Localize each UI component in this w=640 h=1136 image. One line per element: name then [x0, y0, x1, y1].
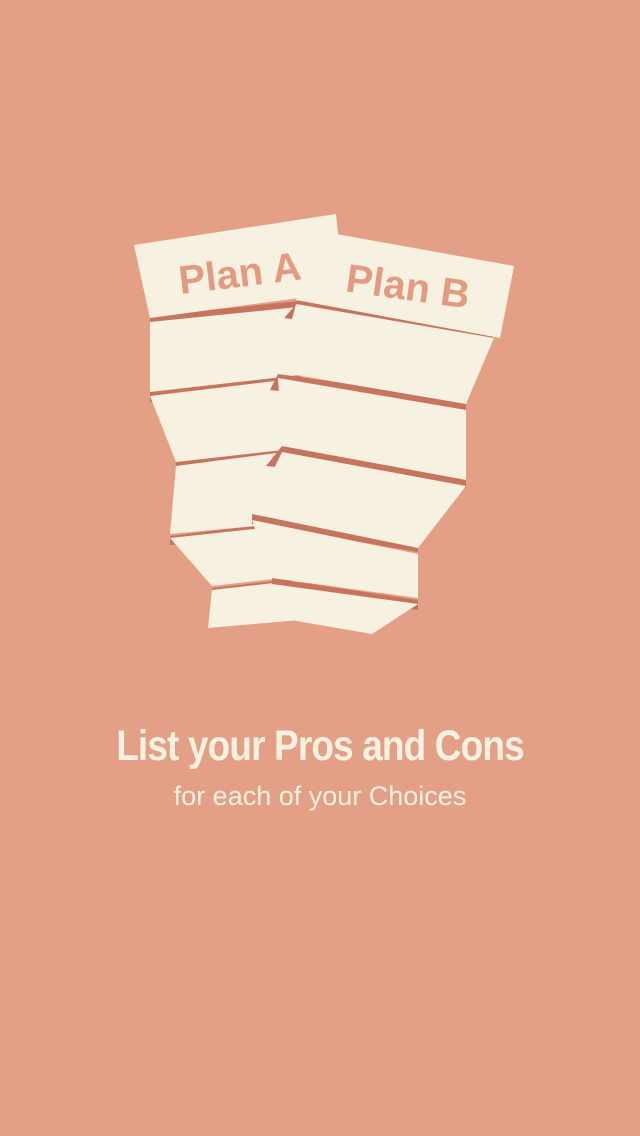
- onboarding-screen: Plan A Plan B List your Pros and Cons fo…: [0, 0, 640, 1136]
- onboarding-subtitle: for each of your Choices: [173, 781, 467, 811]
- plan-sheets-illustration: Plan A Plan B: [134, 214, 514, 634]
- onboarding-title: List your Pros and Cons: [116, 722, 524, 770]
